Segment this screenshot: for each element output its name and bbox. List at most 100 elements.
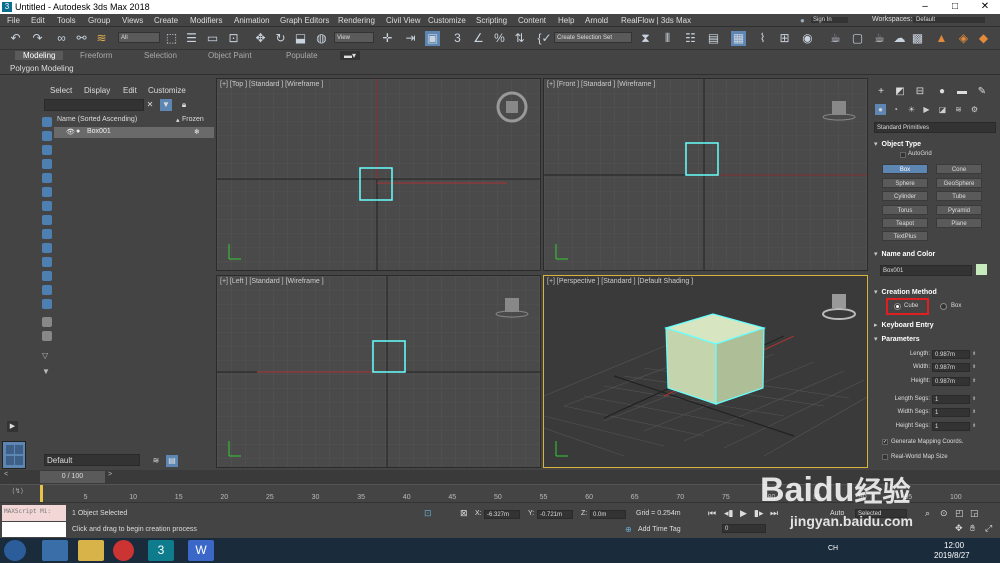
display-frozen-icon[interactable] xyxy=(42,285,52,295)
clear-search-icon[interactable]: ✕ xyxy=(144,99,156,111)
pyramid-button[interactable]: Pyramid xyxy=(936,205,982,215)
modify-tab-icon[interactable]: ◩ xyxy=(894,86,906,98)
menu-rendering[interactable]: Rendering xyxy=(338,16,375,25)
viewport-label-left[interactable]: [+] [Left ] [Standard ] [Wireframe ] xyxy=(220,278,324,285)
display-tab-icon[interactable]: ▬ xyxy=(956,86,968,98)
ime-indicator[interactable]: CH xyxy=(828,545,838,552)
rendered-frame-icon[interactable]: ▢ xyxy=(850,31,865,46)
hierarchy-view-icon[interactable] xyxy=(42,331,52,341)
primitive-category-dropdown[interactable]: Standard Primitives xyxy=(874,122,996,133)
rollout-creation-method[interactable]: Creation Method xyxy=(874,288,996,296)
rollout-parameters[interactable]: Parameters xyxy=(874,335,996,343)
menu-customize[interactable]: Customize xyxy=(428,16,466,25)
taskbar-chrome-icon[interactable] xyxy=(113,540,134,561)
time-tag-icon[interactable]: ⊕ xyxy=(625,525,632,534)
add-time-tag[interactable]: Add Time Tag xyxy=(638,526,681,533)
menu-arnold[interactable]: Arnold xyxy=(585,16,608,25)
workspaces-dropdown[interactable]: Default xyxy=(913,17,986,23)
menu-graph-editors[interactable]: Graph Editors xyxy=(280,16,329,25)
autogrid-checkbox[interactable] xyxy=(900,152,906,158)
create-tab-icon[interactable]: + xyxy=(875,86,887,98)
scene-object-row[interactable]: 👁︎ ● Box001 ❄ xyxy=(54,127,214,138)
display-groups-icon[interactable] xyxy=(42,229,52,239)
teapot-button[interactable]: Teapot xyxy=(882,218,928,228)
menu-animation[interactable]: Animation xyxy=(234,16,270,25)
snaps-toggle-icon[interactable]: 3 xyxy=(450,31,465,46)
selection-filter-dropdown[interactable]: All xyxy=(118,32,160,43)
goto-start-icon[interactable]: ⏮ xyxy=(708,508,716,519)
menu-create[interactable]: Create xyxy=(154,16,178,25)
reference-coordinate-dropdown[interactable]: View xyxy=(334,32,374,43)
width-segs-spinner[interactable]: ⬍ xyxy=(972,408,977,417)
prev-frame-icon[interactable]: < xyxy=(4,471,8,478)
play-icon[interactable]: ▶ xyxy=(7,421,18,432)
next-frame-icon[interactable]: > xyxy=(108,471,112,478)
move-icon[interactable]: ✥ xyxy=(253,31,268,46)
layer-settings-icon[interactable]: ▤ xyxy=(166,455,178,467)
generate-mapping-checkbox[interactable]: ✓ xyxy=(882,439,888,445)
rollout-object-type[interactable]: Object Type xyxy=(874,140,996,148)
rollout-name-color[interactable]: Name and Color xyxy=(874,250,996,258)
redo-icon[interactable]: ↷ xyxy=(30,31,45,46)
viewport-left[interactable]: [+] [Left ] [Standard ] [Wireframe ] xyxy=(216,275,541,468)
layers-icon[interactable]: ≋ xyxy=(150,455,162,467)
layer-explorer-icon[interactable]: ☷ xyxy=(683,31,698,46)
viewport-label-perspective[interactable]: [+] [Perspective ] [Standard ] [Default … xyxy=(547,278,693,285)
rollout-keyboard-entry[interactable]: Keyboard Entry xyxy=(874,321,996,329)
sphere-button[interactable]: Sphere xyxy=(882,178,928,188)
shapes-icon[interactable]: ◔ xyxy=(890,104,901,115)
zoom-all-icon[interactable]: ⊙ xyxy=(940,508,948,519)
close-button[interactable]: ✕ xyxy=(970,0,1000,14)
scene-column-header[interactable]: Name (Sorted Ascending) ▴ Frozen xyxy=(54,115,214,126)
height-segs-field[interactable]: 1 xyxy=(932,422,970,431)
length-field[interactable]: 0.987m xyxy=(932,350,970,359)
length-spinner[interactable]: ⬍ xyxy=(972,350,977,359)
viewport-label-top[interactable]: [+] [Top ] [Standard ] [Wireframe ] xyxy=(220,81,323,88)
se-menu-customize[interactable]: Customize xyxy=(148,86,186,95)
edit-named-selection-icon[interactable]: {✓ xyxy=(537,31,552,46)
helpers-icon[interactable]: ◪ xyxy=(937,104,948,115)
geometry-icon[interactable]: ● xyxy=(875,104,886,115)
box-radio[interactable] xyxy=(940,303,947,310)
column-name[interactable]: Name (Sorted Ascending) xyxy=(57,116,137,123)
menu-help[interactable]: Help xyxy=(558,16,574,25)
prev-key-icon[interactable]: ◂▮ xyxy=(724,508,733,519)
schematic-view-icon[interactable]: ⊞ xyxy=(777,31,792,46)
curve-editor-icon[interactable]: ⌇ xyxy=(755,31,770,46)
display-lights-icon[interactable] xyxy=(42,173,52,183)
current-frame-field[interactable]: 0 xyxy=(722,524,766,533)
plane-button[interactable]: Plane xyxy=(936,218,982,228)
height-field[interactable]: 0.987m xyxy=(932,377,970,386)
hierarchy-tab-icon[interactable]: ⊟ xyxy=(914,86,926,98)
display-shapes-icon[interactable] xyxy=(42,159,52,169)
menu-civil-view[interactable]: Civil View xyxy=(386,16,421,25)
menu-realflow[interactable]: RealFlow | 3ds Max xyxy=(621,16,691,25)
textplus-button[interactable]: TextPlus xyxy=(882,231,928,241)
menu-group[interactable]: Group xyxy=(88,16,110,25)
display-all-icon[interactable] xyxy=(42,131,52,141)
lights-icon[interactable]: ☀ xyxy=(906,104,917,115)
height-spinner[interactable]: ⬍ xyxy=(972,377,977,386)
placement-icon[interactable]: ◍ xyxy=(314,31,329,46)
scale-icon[interactable]: ⬓ xyxy=(293,31,308,46)
se-menu-edit[interactable]: Edit xyxy=(123,86,137,95)
align-icon[interactable]: ⫴ xyxy=(660,31,675,46)
object-name-field[interactable]: Box001 xyxy=(880,265,972,276)
y-coordinate-field[interactable]: -0.721m xyxy=(537,510,573,519)
viewport-label-front[interactable]: [+] [Front ] [Standard ] [Wireframe ] xyxy=(547,81,655,88)
percent-snap-icon[interactable]: % xyxy=(492,31,507,46)
minimize-button[interactable]: – xyxy=(910,0,940,14)
maximize-button[interactable]: □ xyxy=(940,0,970,14)
keyboard-shortcut-toggle-icon[interactable]: ▣ xyxy=(425,31,440,46)
funnel-icon[interactable]: ▼ xyxy=(42,367,52,377)
filter-funnel-icon[interactable]: ▽ xyxy=(42,351,52,361)
rect-selection-icon[interactable]: ▭ xyxy=(205,31,220,46)
rotate-icon[interactable]: ↻ xyxy=(273,31,288,46)
menu-tools[interactable]: Tools xyxy=(57,16,76,25)
start-button[interactable] xyxy=(4,540,26,561)
ribbon-tab-freeform[interactable]: Freeform xyxy=(80,51,112,60)
ribbon-tab-object-paint[interactable]: Object Paint xyxy=(208,51,252,60)
se-menu-display[interactable]: Display xyxy=(84,86,110,95)
cylinder-button[interactable]: Cylinder xyxy=(882,191,928,201)
ribbon-options-icon[interactable]: ▬▾ xyxy=(340,51,361,60)
